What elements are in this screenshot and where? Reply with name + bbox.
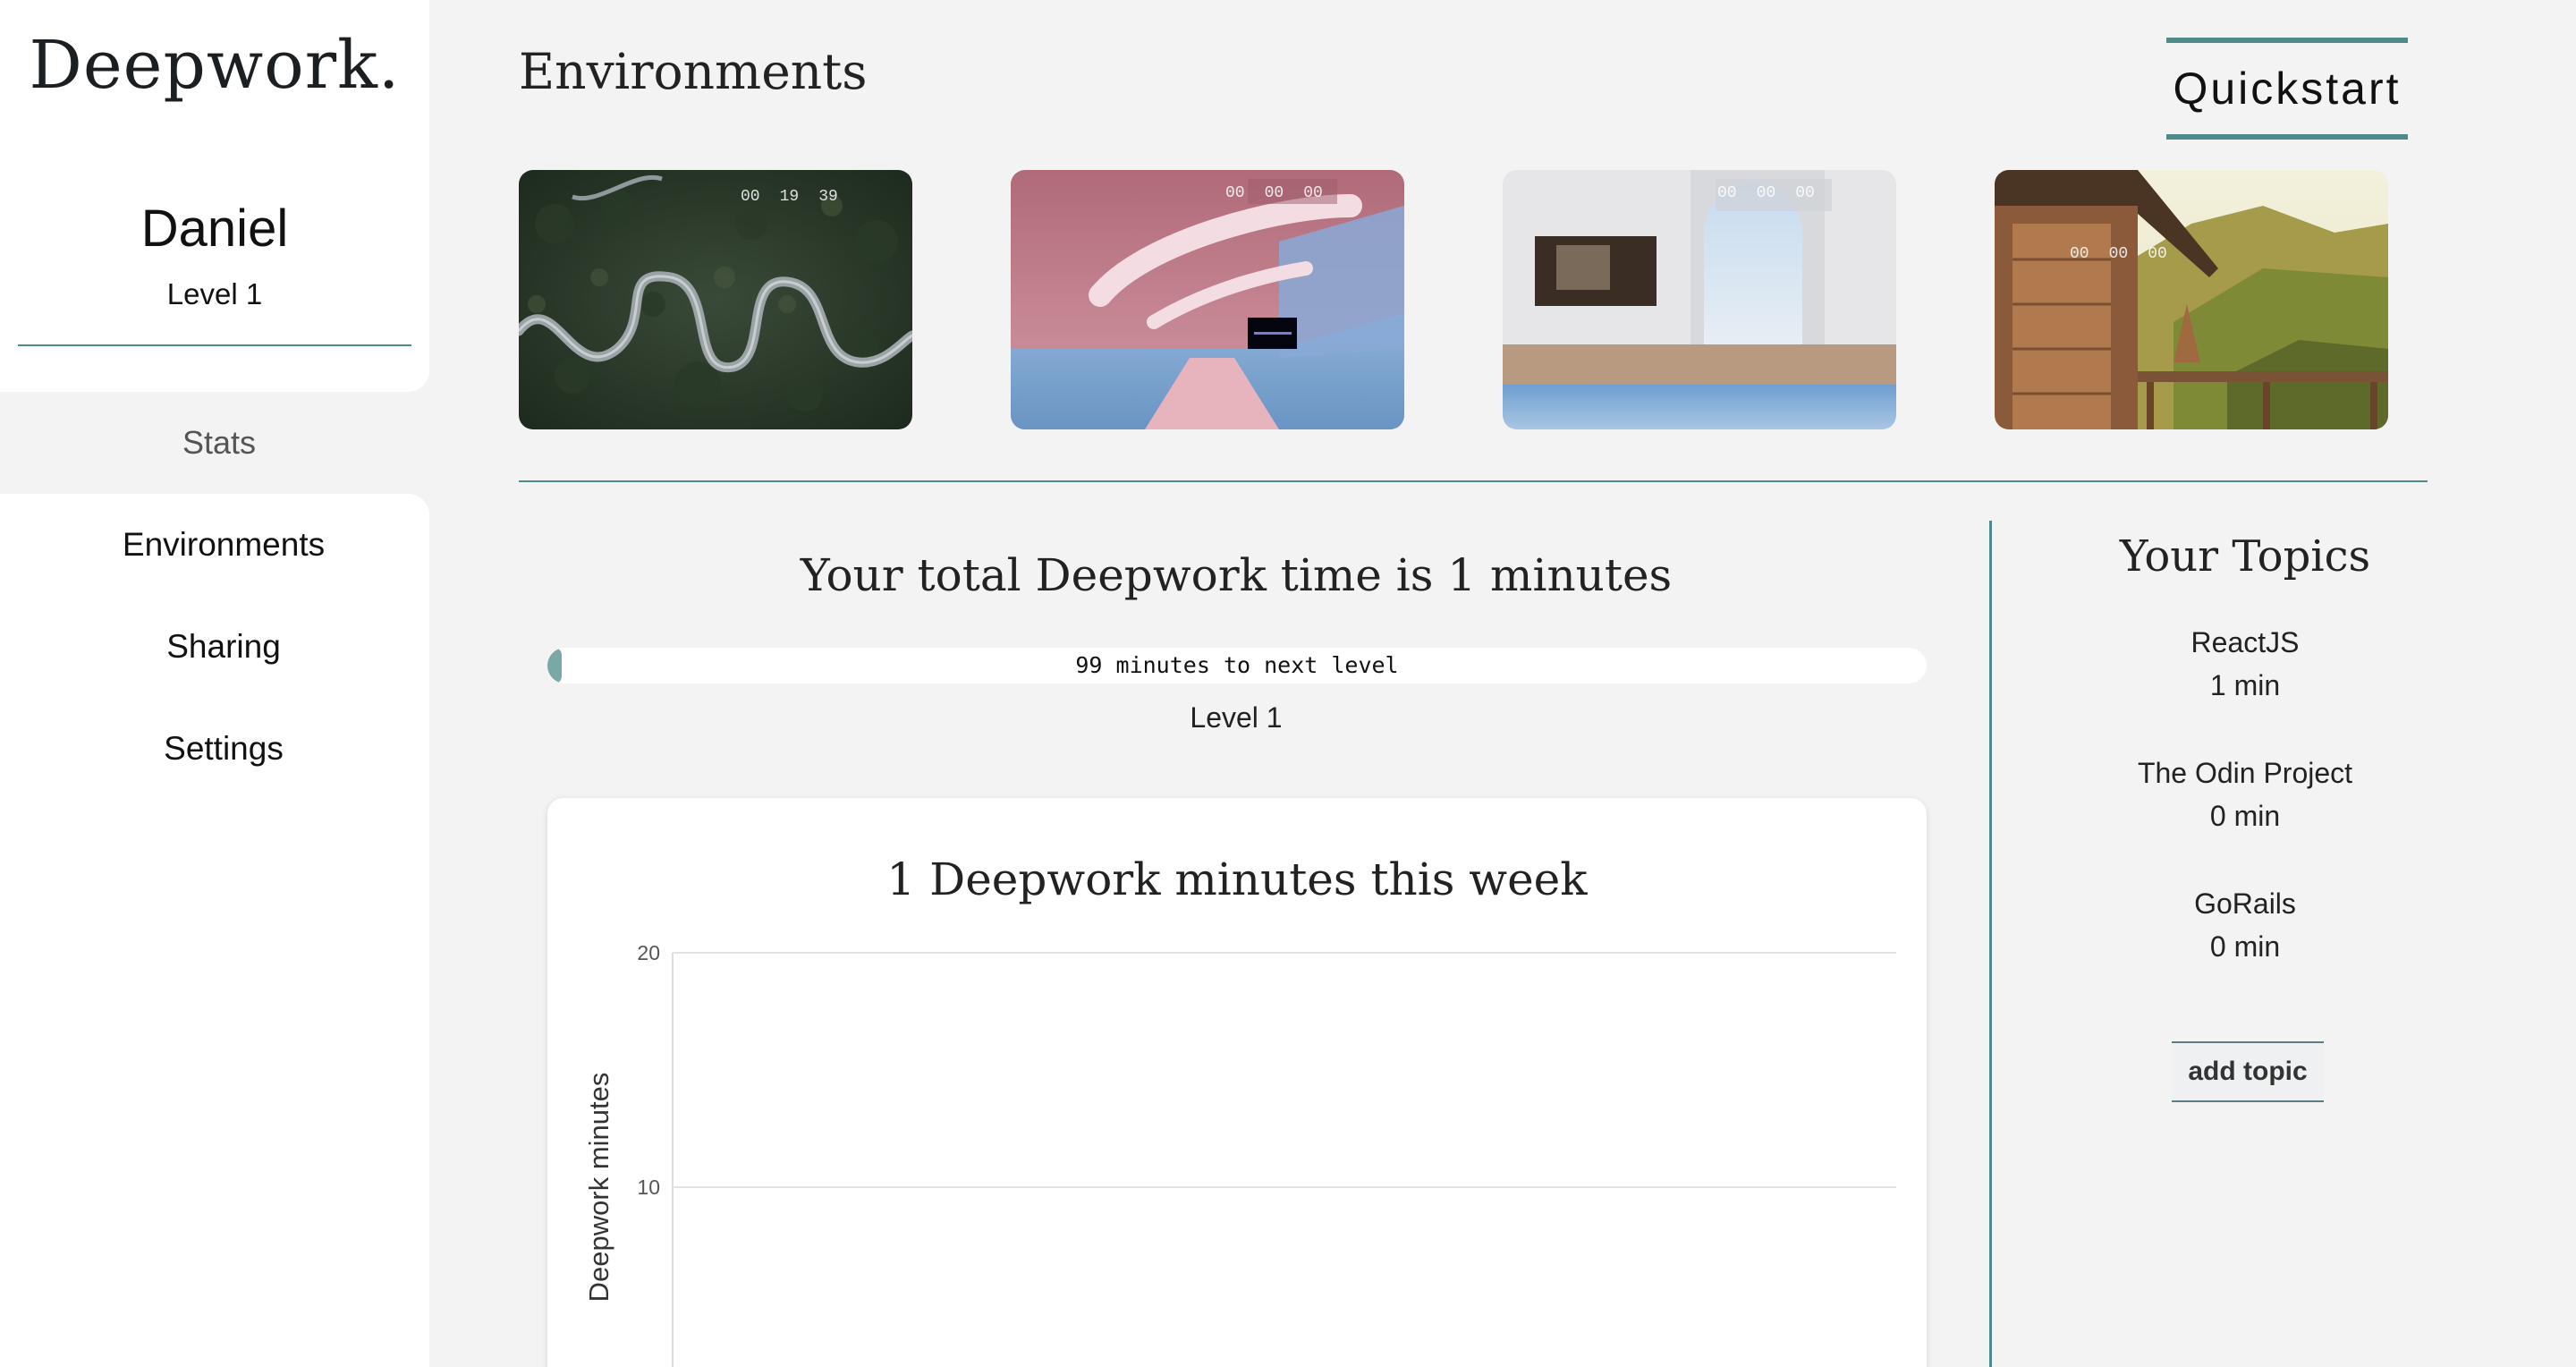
environment-card-white-arch-pool[interactable]: 00 00 00	[1503, 170, 1896, 429]
user-name: Daniel	[140, 200, 289, 258]
level-progress-label: 99 minutes to next level	[1075, 652, 1399, 678]
timer-seconds: 00	[1303, 184, 1323, 202]
timer-minutes: 00	[1756, 184, 1776, 202]
timer-hours: 00	[1717, 184, 1737, 202]
timer-hours: 00	[2070, 245, 2089, 263]
topic-item-the-odin-project[interactable]: The Odin Project 0 min	[1995, 751, 2496, 837]
environments-divider	[519, 480, 2428, 482]
topic-name: GoRails	[2194, 887, 2296, 920]
nav-item-sharing[interactable]: Sharing	[0, 628, 447, 666]
environment-card-pink-tunnel[interactable]: 00 00 00	[1011, 170, 1404, 429]
topic-time: 0 min	[2209, 800, 2281, 832]
topic-name: ReactJS	[2190, 626, 2300, 658]
environments-heading: Environments	[519, 43, 868, 100]
chart-y-tick-label: 10	[637, 1176, 660, 1199]
level-progress-bar: 99 minutes to next level	[547, 648, 1927, 684]
topic-time: 0 min	[2209, 930, 2281, 963]
nav-panel	[0, 494, 429, 1367]
nav-item-environments[interactable]: Environments	[0, 526, 447, 564]
timer-minutes: 19	[779, 188, 800, 206]
timer-minutes: 00	[1264, 184, 1284, 202]
forest-road-image	[519, 170, 912, 429]
weekly-chart: 10 20 Deepwork minutes	[583, 941, 1896, 1367]
nav-item-settings[interactable]: Settings	[0, 730, 447, 768]
app-logo[interactable]: Deepwork.	[0, 27, 429, 104]
environment-timer: 00 00 00	[2070, 245, 2167, 263]
quickstart-button[interactable]: Quickstart	[2166, 38, 2408, 140]
mountain-cabin-image	[1995, 170, 2388, 429]
weekly-chart-card: 1 Deepwork minutes this week 10 20 Deepwor…	[547, 798, 1927, 1367]
timer-hours: 00	[1225, 184, 1245, 202]
topic-time: 1 min	[2209, 669, 2281, 701]
topic-item-reactjs[interactable]: ReactJS 1 min	[1995, 621, 2496, 707]
environment-card-mountain-cabin[interactable]: 00 00 00	[1995, 170, 2388, 429]
sidebar: Deepwork. Daniel Level 1 Stats Environme…	[0, 0, 429, 1367]
white-arch-pool-image	[1503, 170, 1896, 429]
environment-timer: 00 00 00	[1225, 184, 1323, 202]
topic-item-gorails[interactable]: GoRails 0 min	[1995, 882, 2496, 968]
add-topic-button[interactable]: add topic	[2172, 1041, 2324, 1102]
timer-hours: 00	[741, 188, 760, 206]
chart-y-axis-label: Deepwork minutes	[583, 1073, 614, 1303]
topics-divider	[1989, 521, 1992, 1367]
user-level: Level 1	[166, 277, 263, 310]
topics-title: Your Topics	[2119, 531, 2371, 582]
timer-seconds: 39	[818, 188, 838, 206]
total-time-title: Your total Deepwork time is 1 minutes	[800, 549, 1673, 601]
chart-y-tick-label: 20	[637, 941, 660, 964]
pink-tunnel-image	[1011, 170, 1404, 429]
profile-divider	[18, 344, 411, 346]
current-level-label: Level 1	[1190, 701, 1283, 734]
nav-item-stats[interactable]: Stats	[9, 392, 429, 494]
timer-seconds: 00	[1795, 184, 1815, 202]
timer-minutes: 00	[2108, 245, 2129, 263]
environment-card-forest-road[interactable]: 00 19 39	[519, 170, 912, 429]
topic-name: The Odin Project	[2137, 757, 2353, 789]
timer-seconds: 00	[2148, 245, 2167, 263]
profile-panel: Deepwork. Daniel Level 1	[0, 0, 429, 392]
environment-timer: 00 19 39	[741, 188, 838, 206]
environment-timer: 00 00 00	[1717, 184, 1815, 202]
